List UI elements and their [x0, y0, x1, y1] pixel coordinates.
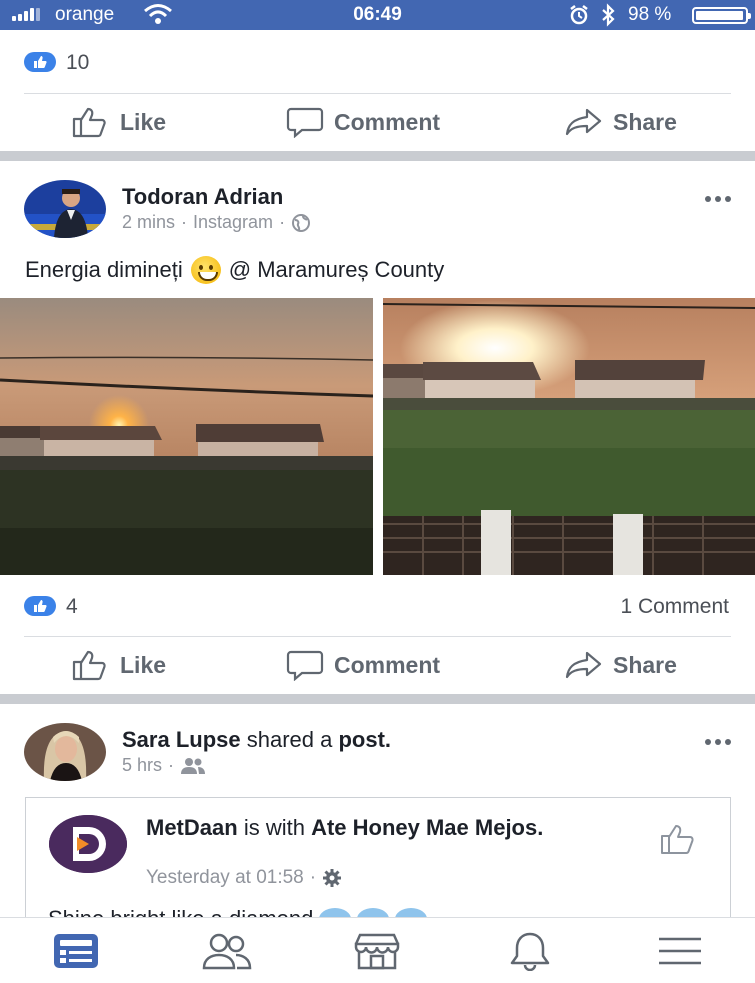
tab-notifications[interactable]: [480, 918, 580, 983]
post-photo-left[interactable]: [0, 298, 373, 575]
like-button[interactable]: Like: [72, 93, 166, 151]
post-photo-right[interactable]: [383, 298, 755, 575]
share-meta: 5 hrs ·: [122, 755, 206, 776]
comment-icon: [286, 650, 324, 681]
share-time[interactable]: 5 hrs: [122, 755, 162, 776]
comment-button[interactable]: Comment: [286, 636, 440, 694]
post-actions: Like Comment Share: [0, 636, 755, 694]
marketplace-icon: [354, 933, 400, 970]
globe-icon: [292, 213, 311, 232]
with-label: is with: [243, 815, 305, 840]
metdaan-logo[interactable]: [49, 815, 127, 873]
shared-object-link[interactable]: post.: [338, 727, 391, 752]
thumbs-up-icon: [72, 107, 106, 138]
alarm-icon: [568, 4, 590, 32]
meta-separator: ·: [309, 867, 317, 888]
battery-percent: 98 %: [628, 4, 672, 25]
hamburger-menu-icon: [659, 937, 701, 965]
top-post-reactions[interactable]: 10: [0, 42, 755, 82]
bell-icon: [510, 932, 550, 971]
shared-post-time[interactable]: Yesterday at 01:58: [146, 867, 304, 889]
post-text-end: @ Maramureș County: [228, 257, 445, 282]
author-avatar[interactable]: [24, 180, 106, 238]
meta-separator: ·: [168, 755, 175, 775]
battery-icon: [692, 7, 751, 24]
meta-separator: ·: [279, 212, 286, 232]
share-headline: Sara Lupse shared a post.: [122, 727, 391, 753]
post-time[interactable]: 2 mins: [122, 212, 175, 233]
gear-icon: [323, 869, 342, 887]
tab-menu[interactable]: [630, 918, 730, 983]
comment-label: Comment: [334, 651, 441, 678]
post-author[interactable]: Todoran Adrian: [122, 184, 283, 210]
feed-separator: [0, 694, 755, 704]
share-options-icon[interactable]: [705, 739, 731, 745]
status-bar: orange 06:49 98 %: [0, 0, 755, 30]
share-label: Share: [613, 651, 677, 678]
meta-separator: ·: [181, 212, 188, 232]
shared-label: shared a: [246, 727, 333, 752]
thumbs-up-icon: [72, 650, 106, 681]
bluetooth-icon: [600, 3, 616, 33]
tab-marketplace[interactable]: [327, 918, 427, 983]
tab-friends[interactable]: [177, 918, 277, 983]
top-post-actions: Like Comment Share: [0, 93, 755, 151]
sharer-name[interactable]: Sara Lupse: [122, 727, 241, 752]
post-meta: 2 mins · Instagram ·: [122, 212, 311, 233]
like-count: 4: [66, 595, 78, 618]
feed-separator: [0, 151, 755, 161]
post-reactions[interactable]: 4 1 Comment: [0, 586, 755, 626]
like-label: Like: [120, 651, 167, 678]
like-button[interactable]: Like: [72, 636, 166, 694]
post-options-icon[interactable]: [705, 196, 731, 202]
sharer-avatar[interactable]: [24, 723, 106, 781]
thumbs-up-icon: [661, 825, 694, 854]
friends-icon: [202, 933, 252, 970]
share-icon: [565, 651, 602, 679]
page-like-button[interactable]: [659, 823, 699, 860]
share-icon: [565, 108, 602, 136]
shared-post-card[interactable]: MetDaan is with Ate Honey Mae Mejos. Yes…: [25, 797, 731, 927]
comment-count[interactable]: 1 Comment: [620, 595, 729, 619]
tab-news-feed[interactable]: [26, 918, 126, 983]
comment-label: Comment: [334, 108, 441, 135]
like-label: Like: [120, 108, 167, 135]
like-count: 10: [66, 51, 90, 74]
share-button[interactable]: Share: [565, 636, 677, 694]
friends-audience-icon: [181, 757, 206, 774]
post-source: Instagram: [193, 212, 274, 232]
bottom-tab-bar: [0, 917, 755, 983]
share-button[interactable]: Share: [565, 93, 677, 151]
post-text: Energia dimineți @ Maramureș County: [25, 256, 444, 284]
like-reaction-icon: [24, 596, 56, 616]
tagged-person[interactable]: Ate Honey Mae Mejos.: [311, 815, 543, 840]
grinning-face-icon: [190, 256, 221, 284]
shared-post-title: MetDaan is with Ate Honey Mae Mejos.: [146, 814, 616, 841]
page-name[interactable]: MetDaan: [146, 815, 238, 840]
post-text-start: Energia dimineți: [25, 257, 183, 282]
author-name[interactable]: Todoran Adrian: [122, 184, 283, 209]
comment-icon: [286, 107, 324, 138]
share-label: Share: [613, 108, 677, 135]
like-reaction-icon: [24, 52, 56, 72]
news-feed-icon: [54, 934, 98, 968]
comment-button[interactable]: Comment: [286, 93, 440, 151]
shared-post-meta: Yesterday at 01:58 ·: [146, 867, 342, 889]
